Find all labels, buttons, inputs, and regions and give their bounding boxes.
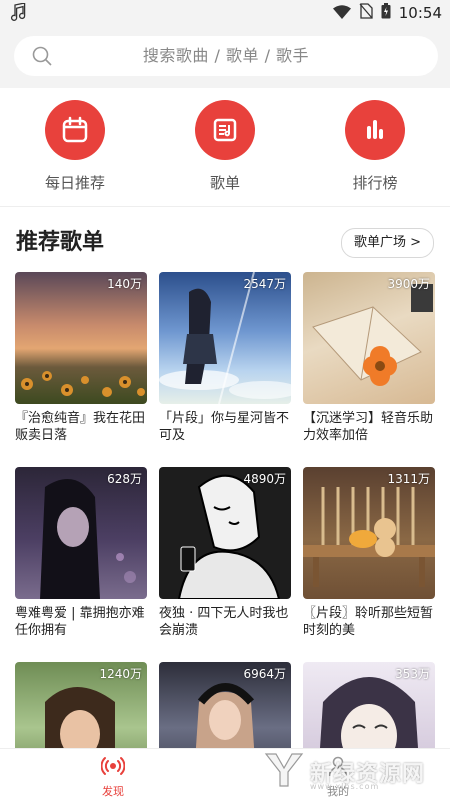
radio-wave-icon [100, 757, 126, 781]
wifi-icon [332, 4, 351, 23]
music-note-icon [10, 2, 26, 25]
playlist-title: 〖片段〗聆听那些短暂时刻的美 [303, 606, 434, 638]
chart-label: 排行榜 [352, 174, 398, 192]
play-count: 628万 [107, 472, 142, 486]
playlist-card[interactable]: 1311万 〖片段〗聆听那些短暂时刻的美 [303, 467, 435, 639]
play-count: 353万 [395, 667, 430, 681]
playlist-cover: 2547万 [159, 272, 291, 404]
playlist-card[interactable]: 140万 『治愈纯音』我在花田贩卖日落 [15, 272, 147, 444]
play-count: 1311万 [387, 472, 430, 486]
play-count: 4890万 [243, 472, 286, 486]
playlist-cover: 628万 [15, 467, 147, 599]
no-sim-icon [359, 3, 373, 23]
watermark-url: www.xlhs.com [310, 782, 380, 791]
playlist-title: 『治愈纯音』我在花田贩卖日落 [15, 411, 146, 443]
playlist-title: 「片段」你与星河皆不可及 [159, 411, 290, 443]
playlist-title: 夜独 · 四下无人时我也会崩溃 [159, 606, 289, 638]
playlist-cover: 1311万 [303, 467, 435, 599]
play-count: 140万 [107, 277, 142, 291]
daily-recommend-label: 每日推荐 [44, 174, 105, 192]
category-shortcuts: 每日推荐 歌单 排行榜 [0, 88, 450, 206]
section-divider [0, 206, 450, 207]
playlist-square-button[interactable]: 歌单广场 > [340, 228, 434, 258]
status-bar: 10:54 [0, 0, 450, 24]
play-count: 3900万 [387, 277, 430, 291]
playlist-card[interactable]: 2547万 「片段」你与星河皆不可及 [159, 272, 291, 444]
play-count: 6964万 [243, 667, 286, 681]
playlist-icon [195, 100, 255, 160]
playlist-label: 歌单 [209, 174, 240, 192]
search-placeholder: 搜索歌曲 / 歌单 / 歌手 [142, 46, 310, 65]
playlist-title: 【沉迷学习】轻音乐助力效率加倍 [303, 411, 434, 443]
watermark: 新绿资源网 www.xlhs.com [264, 748, 444, 796]
play-count: 2547万 [243, 277, 286, 291]
chart-button[interactable]: 排行榜 [315, 100, 435, 193]
battery-icon [381, 3, 391, 23]
playlist-card[interactable]: 3900万 【沉迷学习】轻音乐助力效率加倍 [303, 272, 435, 444]
section-title: 推荐歌单 [16, 230, 105, 255]
playlist-cover: 140万 [15, 272, 147, 404]
search-area: 搜索歌曲 / 歌单 / 歌手 [0, 24, 450, 88]
play-count: 1240万 [99, 667, 142, 681]
nav-discover-label: 发现 [102, 785, 124, 798]
calendar-icon [45, 100, 105, 160]
daily-recommend-button[interactable]: 每日推荐 [15, 100, 135, 193]
watermark-logo-icon [264, 750, 304, 794]
clock: 10:54 [398, 4, 442, 22]
chart-bars-icon [345, 100, 405, 160]
playlist-card[interactable]: 628万 粤难粤爱 | 靠拥抱亦难任你拥有 [15, 467, 147, 639]
playlist-cover: 4890万 [159, 467, 291, 599]
nav-discover[interactable]: 发现 [73, 755, 153, 799]
playlist-title: 粤难粤爱 | 靠拥抱亦难任你拥有 [15, 606, 145, 638]
search-input[interactable]: 搜索歌曲 / 歌单 / 歌手 [14, 36, 438, 76]
playlist-card[interactable]: 4890万 夜独 · 四下无人时我也会崩溃 [159, 467, 291, 639]
playlist-cover: 3900万 [303, 272, 435, 404]
playlist-button[interactable]: 歌单 [165, 100, 285, 193]
